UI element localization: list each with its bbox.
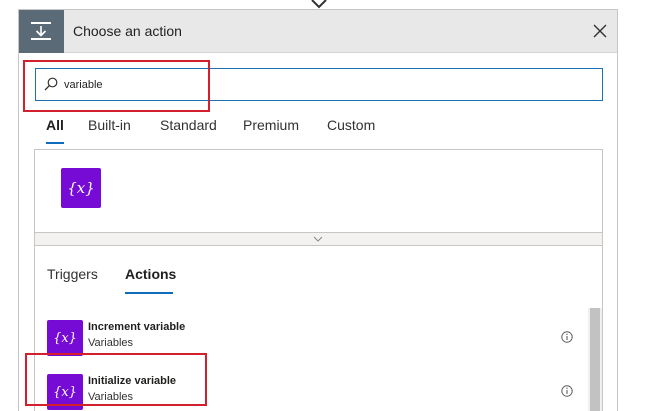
action-increment-variable[interactable]: {x} Increment variable Variables (35, 320, 587, 374)
tab-built-in[interactable]: Built-in (88, 117, 131, 133)
step-flow-icon (19, 10, 64, 53)
variables-icon: {x} (47, 374, 83, 410)
search-field[interactable] (35, 68, 603, 101)
search-input[interactable] (64, 75, 464, 95)
action-connector-name: Variables (88, 391, 134, 403)
expand-connectors-bar[interactable] (34, 232, 603, 246)
search-icon (44, 77, 58, 91)
variables-icon: {x} (47, 320, 83, 356)
tab-triggers[interactable]: Triggers (47, 266, 98, 282)
tab-premium[interactable]: Premium (243, 117, 299, 133)
action-connector-name: Variables (88, 337, 134, 349)
info-icon[interactable] (561, 385, 573, 397)
variables-connector-tile[interactable]: {x} (61, 168, 101, 208)
tab-standard[interactable]: Standard (160, 117, 217, 133)
tab-custom[interactable]: Custom (327, 117, 375, 133)
dialog-header: Choose an action (19, 10, 617, 53)
action-name: Initialize variable (88, 375, 177, 387)
active-tab-indicator (46, 142, 64, 144)
active-subtab-indicator (125, 292, 173, 294)
action-name: Increment variable (88, 321, 186, 333)
chevron-down-icon (313, 236, 323, 242)
info-icon[interactable] (561, 331, 573, 343)
actions-scrollbar[interactable] (588, 308, 602, 411)
action-initialize-variable[interactable]: {x} Initialize variable Variables (35, 374, 587, 411)
choose-action-dialog: Choose an action All Built-in Standard P… (18, 9, 618, 411)
close-icon[interactable] (591, 22, 609, 40)
variables-icon: {x} (67, 179, 95, 197)
connectors-panel: {x} (34, 149, 603, 232)
tab-all[interactable]: All (46, 117, 64, 133)
tab-actions[interactable]: Actions (125, 266, 176, 282)
scrollbar-thumb[interactable] (590, 308, 600, 411)
dialog-title: Choose an action (73, 23, 182, 39)
actions-panel: Triggers Actions {x} Increment variable … (34, 246, 603, 411)
